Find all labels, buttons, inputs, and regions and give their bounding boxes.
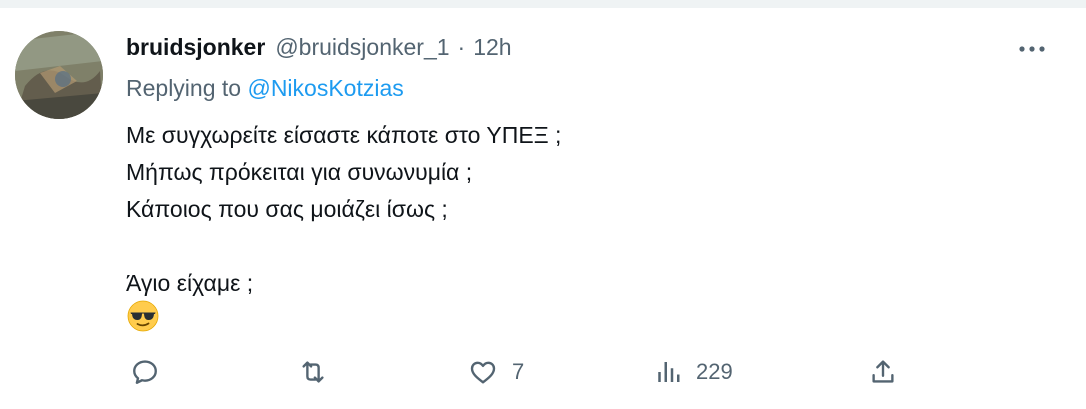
- author-handle[interactable]: @bruidsjonker_1: [275, 34, 449, 61]
- tweet-line: Με συγχωρείτε είσαστε κάποτε στο ΥΠΕΞ ;: [126, 122, 562, 148]
- tweet-text: Με συγχωρείτε είσαστε κάποτε στο ΥΠΕΞ ; …: [126, 117, 561, 302]
- views-button[interactable]: 229: [652, 350, 733, 394]
- replying-mention-link[interactable]: @NikosKotzias: [247, 75, 403, 101]
- timestamp[interactable]: 12h: [473, 34, 511, 61]
- like-button[interactable]: 7: [468, 350, 524, 394]
- views-count: 229: [696, 359, 733, 384]
- separator-dot: ·: [457, 34, 466, 60]
- author-name[interactable]: bruidsjonker: [126, 34, 265, 61]
- heart-icon: [470, 361, 496, 384]
- retweet-icon: [302, 361, 324, 383]
- avatar[interactable]: [15, 31, 103, 119]
- tweet-line: Μήπως πρόκειται για συνωνυμία ;: [126, 159, 473, 185]
- replying-prefix: Replying to: [126, 75, 242, 101]
- more-options-button[interactable]: [1012, 36, 1052, 62]
- action-bar: 7 229: [0, 350, 1086, 394]
- more-dots-icon: [1019, 46, 1045, 52]
- reply-icon: [133, 360, 157, 384]
- reply-button[interactable]: [130, 350, 174, 394]
- top-divider: [0, 0, 1086, 8]
- share-button[interactable]: [868, 350, 898, 394]
- like-count: 7: [512, 359, 525, 384]
- sunglasses-emoji-icon: [127, 300, 159, 332]
- tweet-header: bruidsjonker @bruidsjonker_1 · 12h: [126, 34, 512, 66]
- tweet-line: Κάποιος που σας μοιάζει ίσως ;: [126, 196, 448, 222]
- replying-to: Replying to @NikosKotzias: [126, 75, 404, 102]
- share-icon: [872, 360, 894, 383]
- views-icon: [658, 362, 680, 382]
- retweet-button[interactable]: [298, 350, 342, 394]
- tweet-line: Άγιο είχαμε ;: [126, 270, 254, 296]
- avatar-image: [15, 31, 103, 119]
